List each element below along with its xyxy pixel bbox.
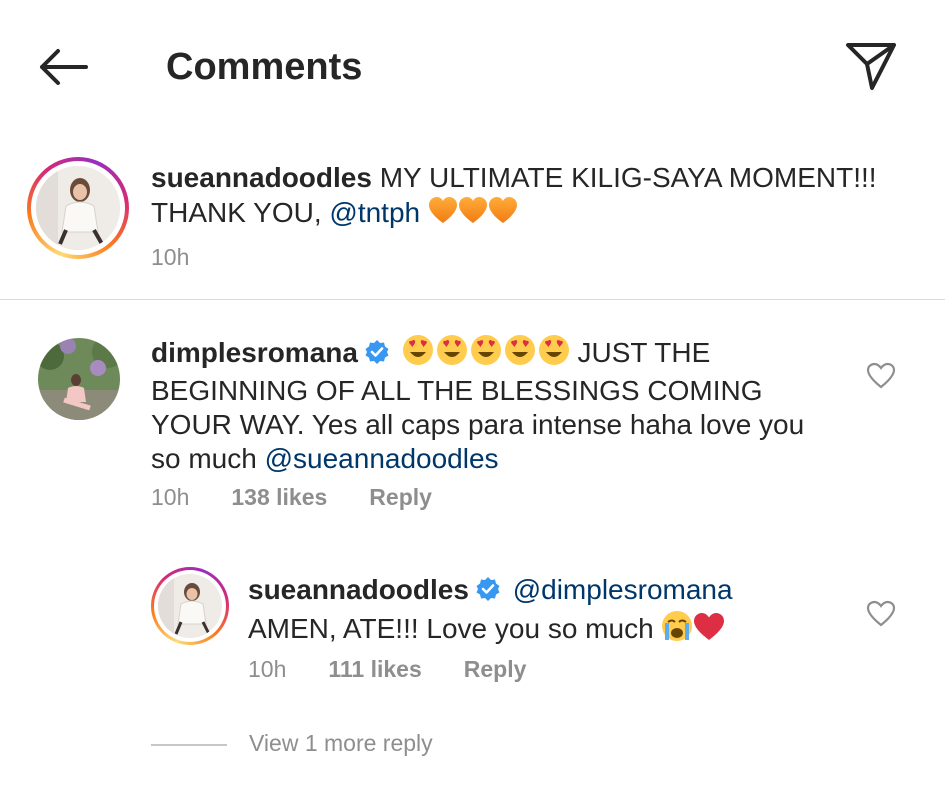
crying-face-emoji: [661, 610, 693, 650]
direct-send-icon[interactable]: [843, 40, 899, 92]
verified-badge-icon: [364, 339, 390, 373]
caption-mention[interactable]: @tntph: [329, 197, 420, 228]
comment-username[interactable]: dimplesromana: [151, 337, 358, 368]
avatar: [36, 166, 120, 250]
reply-text: sueannadoodles @dimplesromana AMEN, ATE!…: [248, 573, 848, 650]
reply-time: 10h: [248, 656, 287, 682]
view-more-divider: [151, 743, 227, 746]
caption-username[interactable]: sueannadoodles: [151, 162, 372, 193]
reply-meta: 10h 111 likes Reply: [248, 654, 568, 684]
avatar-story-ring[interactable]: [151, 567, 229, 645]
orange-heart-emoji-group: [428, 196, 518, 234]
like-heart-icon[interactable]: [866, 600, 896, 628]
back-arrow-icon[interactable]: [36, 44, 92, 90]
reply-button[interactable]: Reply: [464, 656, 527, 682]
caption-meta: 10h: [151, 242, 231, 272]
verified-badge-icon: [475, 576, 501, 610]
reply-username[interactable]: sueannadoodles: [248, 574, 469, 605]
comment-time: 10h: [151, 484, 190, 510]
reply-likes[interactable]: 111 likes: [328, 656, 421, 682]
header: Comments: [0, 0, 945, 130]
view-more-replies[interactable]: View 1 more reply: [151, 728, 433, 758]
caption-text: sueannadoodles MY ULTIMATE KILIG-SAYA MO…: [151, 160, 891, 234]
page-title: Comments: [166, 46, 363, 88]
like-heart-icon[interactable]: [866, 362, 896, 390]
caption-time: 10h: [151, 244, 190, 270]
comment-text: dimplesromana JUST THE BEGINNING OF ALL …: [151, 334, 841, 476]
red-heart-emoji: [693, 612, 725, 650]
reply-body: AMEN, ATE!!! Love you so much: [248, 613, 662, 644]
avatar: [158, 574, 222, 638]
avatar-story-ring[interactable]: [27, 157, 129, 259]
reply-button[interactable]: Reply: [369, 484, 432, 510]
comment-mention[interactable]: @sueannadoodles: [265, 443, 499, 474]
heart-eyes-emoji-group: [402, 334, 570, 374]
reply-mention[interactable]: @dimplesromana: [513, 574, 733, 605]
view-more-label[interactable]: View 1 more reply: [249, 730, 433, 756]
comment-likes[interactable]: 138 likes: [231, 484, 327, 510]
divider: [0, 299, 945, 300]
avatar[interactable]: [38, 338, 120, 420]
comment-meta: 10h 138 likes Reply: [151, 482, 474, 512]
